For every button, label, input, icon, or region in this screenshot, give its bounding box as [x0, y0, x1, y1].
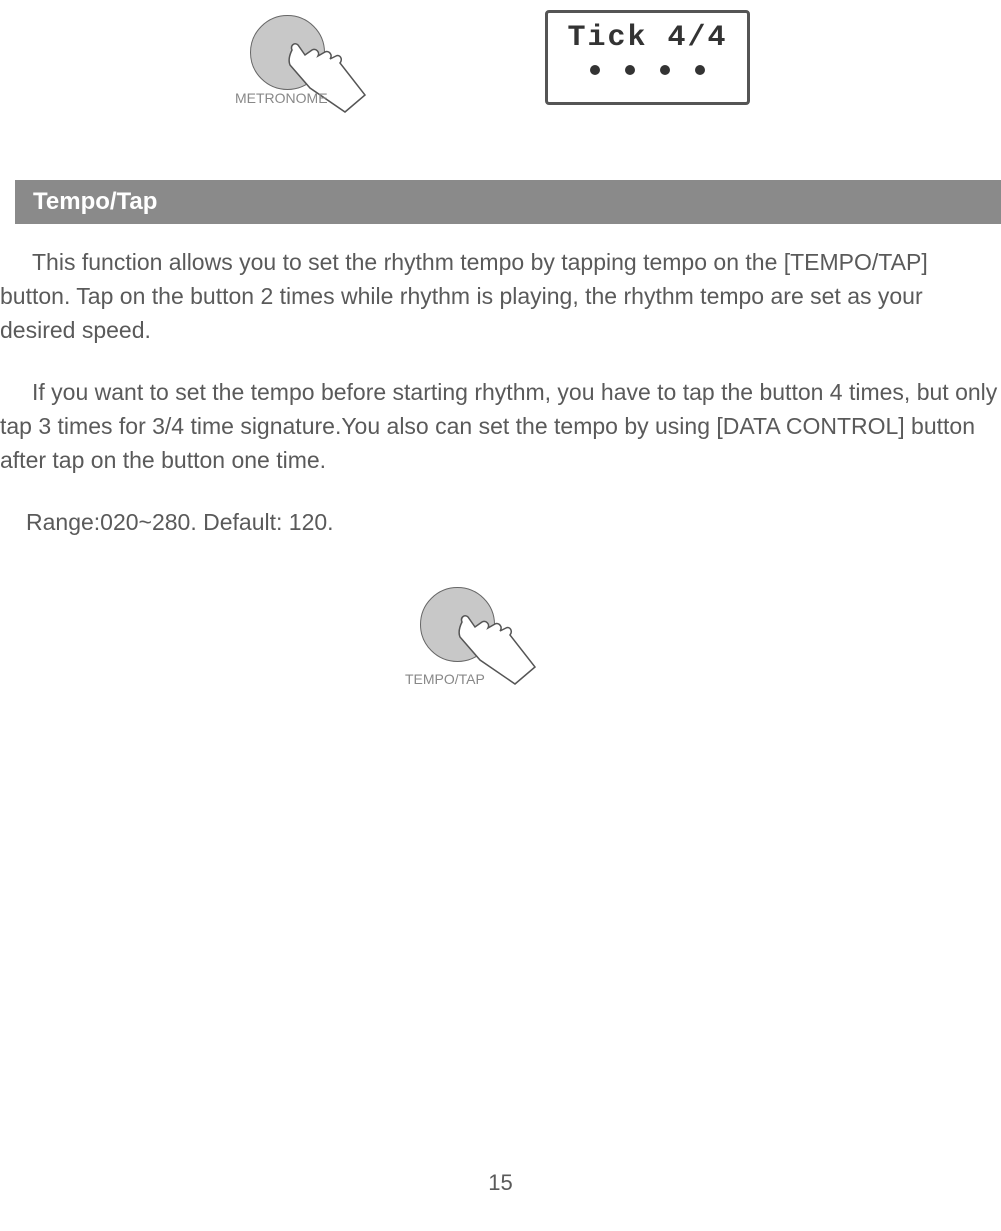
paragraph-2-text: If you want to set the tempo before star…: [0, 379, 997, 473]
lcd-beat-dots: [560, 65, 735, 75]
paragraph-3-text: Range:020~280. Default: 120.: [26, 509, 334, 535]
tempo-diagram: TEMPO/TAP: [0, 567, 1001, 707]
paragraph-3: Range:020~280. Default: 120.: [0, 505, 1001, 539]
top-diagram: METRONOME Tick 4/4: [0, 10, 1001, 130]
beat-dot-icon: [660, 65, 670, 75]
beat-dot-icon: [590, 65, 600, 75]
tempo-button-press-illustration: TEMPO/TAP: [420, 587, 495, 662]
paragraph-2: If you want to set the tempo before star…: [0, 375, 1001, 477]
metronome-button-press-illustration: METRONOME: [250, 15, 325, 90]
lcd-text: Tick 4/4: [560, 21, 735, 55]
paragraph-1: This function allows you to set the rhyt…: [0, 245, 1001, 347]
lcd-display: Tick 4/4: [545, 10, 750, 105]
beat-dot-icon: [695, 65, 705, 75]
beat-dot-icon: [625, 65, 635, 75]
body-text: This function allows you to set the rhyt…: [0, 245, 1001, 707]
paragraph-1-text: This function allows you to set the rhyt…: [0, 249, 928, 343]
section-header: Tempo/Tap: [15, 180, 1001, 224]
tempo-button-label: TEMPO/TAP: [405, 662, 485, 696]
metronome-button-label: METRONOME: [235, 90, 328, 106]
page-number: 15: [0, 1170, 1001, 1196]
